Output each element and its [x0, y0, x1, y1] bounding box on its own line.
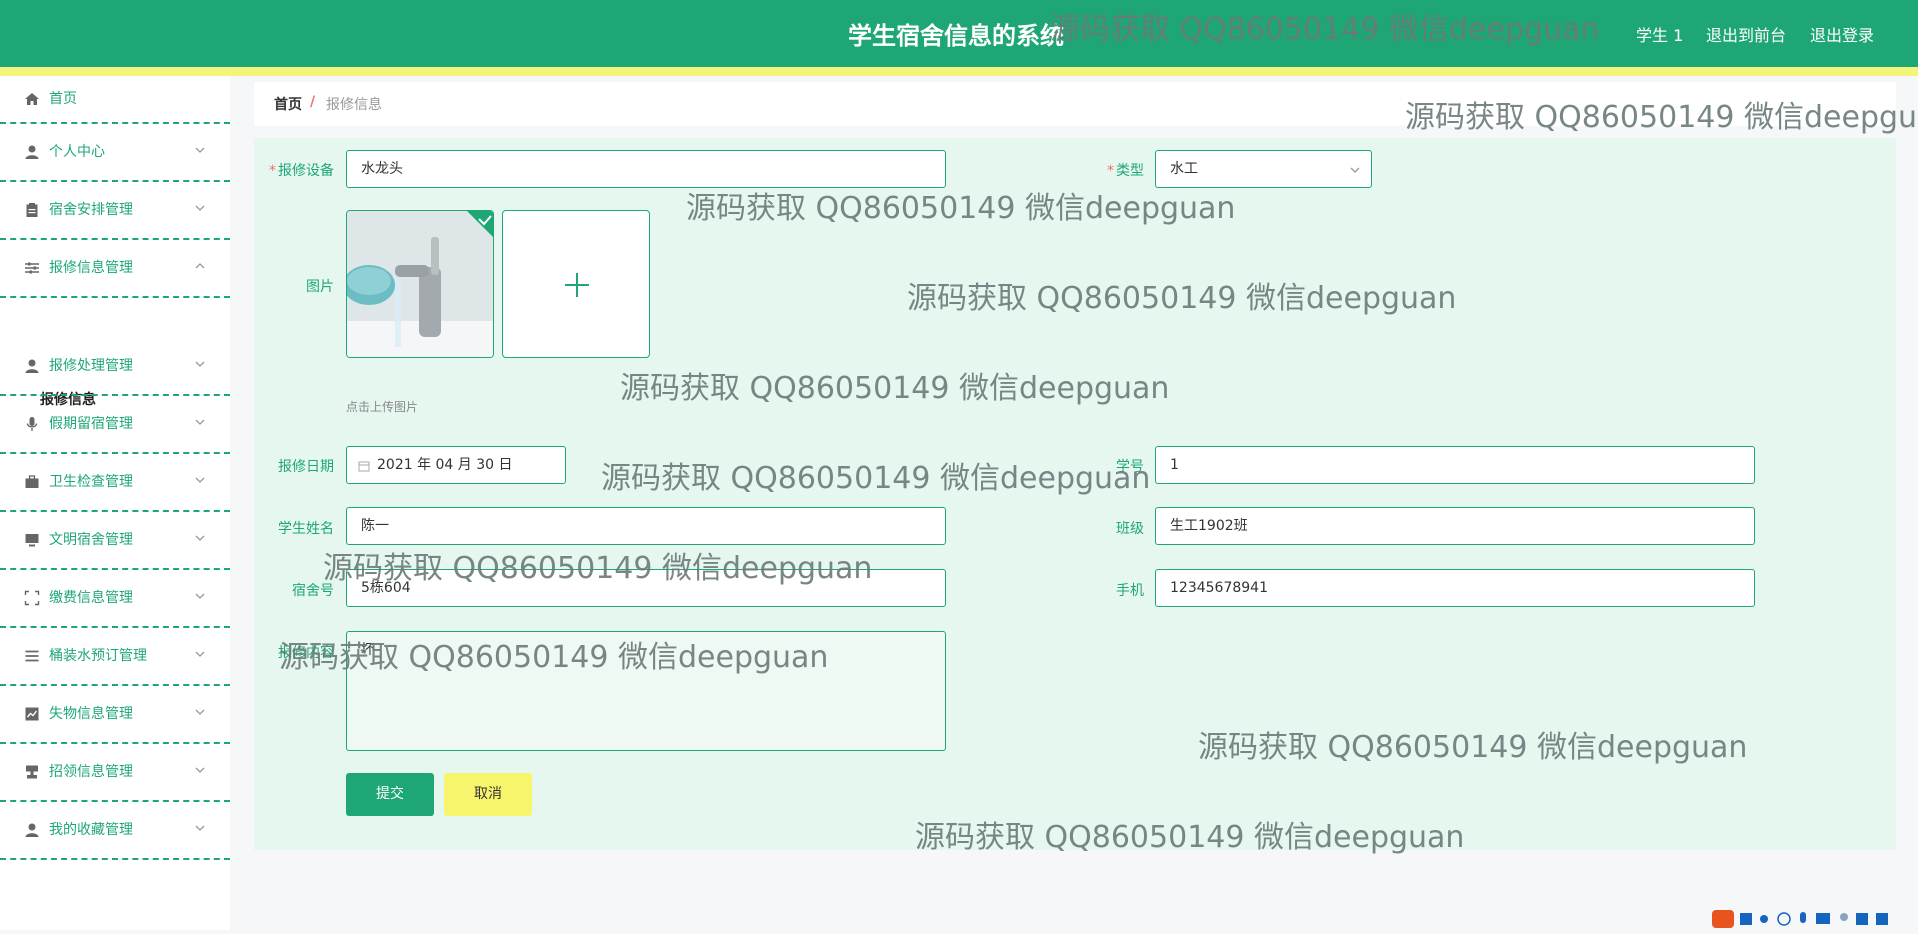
current-user-link[interactable]: 学生 1	[1636, 22, 1683, 46]
sidebar-item-label: 个人中心	[49, 144, 105, 160]
sidebar-item-label: 首页	[49, 91, 77, 107]
sidebar-item-payment-info[interactable]: 缴费信息管理	[0, 570, 230, 628]
app-title: 学生宿舍信息的系统	[848, 22, 1064, 50]
sidebar-item-label: 文明宿舍管理	[49, 532, 133, 548]
cancel-button[interactable]: 取消	[444, 773, 532, 816]
clipboard-icon	[26, 203, 38, 217]
watermark: 源码获取 QQ86050149 微信deepguan	[1050, 12, 1600, 47]
chevron-down-icon	[195, 535, 205, 541]
student-name-input[interactable]: 陈一	[346, 507, 946, 545]
sidebar-item-hygiene-check[interactable]: 卫生检查管理	[0, 454, 230, 512]
device-label: * 报修设备	[269, 163, 334, 179]
chevron-down-icon	[195, 147, 205, 153]
sidebar-item-label: 我的收藏管理	[49, 822, 133, 838]
briefcase-icon	[25, 475, 39, 488]
sidebar-item-holiday-stay[interactable]: 假期留宿管理	[0, 396, 230, 454]
home-icon	[25, 93, 39, 105]
chevron-down-icon	[195, 709, 205, 715]
chevron-up-icon	[195, 263, 205, 269]
date-label: 报修日期	[278, 459, 334, 475]
submit-button[interactable]: 提交	[346, 773, 434, 816]
type-label: * 类型	[1107, 163, 1144, 179]
sidebar-item-water-order[interactable]: 桶装水预订管理	[0, 628, 230, 686]
watermark: 源码获取 QQ86050149 微信deepguan	[907, 281, 1457, 316]
sidebar-item-civilized-dorm[interactable]: 文明宿舍管理	[0, 512, 230, 570]
watermark: 源码获取 QQ86050149 微信deepguan	[915, 820, 1465, 855]
sidebar-item-label: 宿舍安排管理	[49, 202, 133, 218]
dorm-label: 宿舍号	[292, 583, 334, 599]
sidebar-item-home[interactable]: 首页	[0, 76, 230, 124]
chevron-down-icon	[1350, 167, 1360, 173]
sidebar-item-personal-center[interactable]: 个人中心	[0, 124, 230, 182]
watermark: 源码获取 QQ86050149 微信deepguan	[686, 191, 1236, 226]
watermark: 源码获取 QQ86050149 微信deepguan	[601, 461, 1151, 496]
watermark: 源码获取 QQ86050149 微信deepguan	[1405, 100, 1918, 135]
logout-link[interactable]: 退出登录	[1810, 22, 1874, 46]
ime-toolbar-icons	[1712, 910, 1888, 928]
chevron-down-icon	[195, 477, 205, 483]
user-icon	[25, 823, 39, 837]
breadcrumb-current: 报修信息	[326, 97, 382, 113]
type-select-value: 水工	[1170, 161, 1198, 177]
monitor-icon	[25, 534, 39, 547]
date-value: 2021 年 04 月 30 日	[377, 457, 513, 473]
breadcrumb-home[interactable]: 首页	[274, 94, 302, 114]
phone-input[interactable]: 12345678941	[1155, 569, 1755, 607]
microphone-icon	[26, 417, 38, 431]
user-icon	[25, 359, 39, 373]
class-input[interactable]: 生工1902班	[1155, 507, 1755, 545]
exit-to-front-link[interactable]: 退出到前台	[1706, 22, 1786, 46]
stamp-icon	[26, 765, 38, 779]
sidebar: 首页 个人中心 宿舍安排管理 报修信息管理 报修信息 报修处理管理 假期留宿管理…	[0, 76, 230, 930]
user-icon	[25, 145, 39, 159]
sidebar-item-label: 缴费信息管理	[49, 590, 133, 606]
sidebar-item-lost-items[interactable]: 失物信息管理	[0, 686, 230, 744]
chevron-down-icon	[195, 767, 205, 773]
sidebar-item-dorm-arrangement[interactable]: 宿舍安排管理	[0, 182, 230, 240]
student-name-label: 学生姓名	[278, 521, 334, 537]
date-picker[interactable]: 2021 年 04 月 30 日	[346, 446, 566, 484]
ime-toolbar[interactable]	[1708, 908, 1918, 930]
chart-icon	[25, 707, 39, 721]
chevron-down-icon	[195, 593, 205, 599]
header-stripe	[0, 67, 1918, 76]
sidebar-item-found-items[interactable]: 招领信息管理	[0, 744, 230, 802]
sidebar-item-label: 报修处理管理	[49, 358, 133, 374]
sidebar-item-label: 报修信息管理	[49, 260, 133, 276]
sidebar-item-label: 失物信息管理	[49, 706, 133, 722]
breadcrumb-separator: /	[310, 94, 316, 110]
menu-icon	[25, 650, 39, 662]
watermark: 源码获取 QQ86050149 微信deepguan	[1198, 730, 1748, 765]
chevron-down-icon	[195, 419, 205, 425]
watermark: 源码获取 QQ86050149 微信deepguan	[323, 551, 873, 586]
chevron-down-icon	[195, 825, 205, 831]
top-header: 学生宿舍信息的系统 学生 1 退出到前台 退出登录	[0, 0, 1918, 67]
upload-add-button[interactable]	[502, 210, 650, 358]
upload-hint: 点击上传图片	[346, 400, 419, 414]
student-no-input[interactable]: 1	[1155, 446, 1755, 484]
phone-label: 手机	[1116, 583, 1144, 599]
class-label: 班级	[1116, 521, 1144, 537]
chevron-down-icon	[195, 205, 205, 211]
sidebar-item-label: 桶装水预订管理	[49, 648, 147, 664]
sidebar-item-repair-management[interactable]: 报修信息管理	[0, 240, 230, 298]
sidebar-item-label: 招领信息管理	[49, 764, 133, 780]
faucet-image	[347, 211, 493, 357]
sidebar-item-label: 假期留宿管理	[49, 416, 133, 432]
sliders-icon	[25, 262, 39, 274]
sidebar-item-my-favorites[interactable]: 我的收藏管理	[0, 802, 230, 860]
uploaded-image-thumbnail[interactable]	[346, 210, 494, 358]
sidebar-item-repair-processing[interactable]: 报修处理管理	[0, 338, 230, 396]
calendar-icon	[358, 461, 370, 472]
watermark: 源码获取 QQ86050149 微信deepguan	[620, 371, 1170, 406]
plus-icon	[565, 273, 589, 297]
sidebar-item-label: 卫生检查管理	[49, 474, 133, 490]
chevron-down-icon	[195, 361, 205, 367]
watermark: 源码获取 QQ86050149 微信deepguan	[279, 640, 829, 675]
chevron-down-icon	[195, 651, 205, 657]
image-label: 图片	[306, 279, 334, 295]
fullscreen-icon	[24, 590, 40, 606]
